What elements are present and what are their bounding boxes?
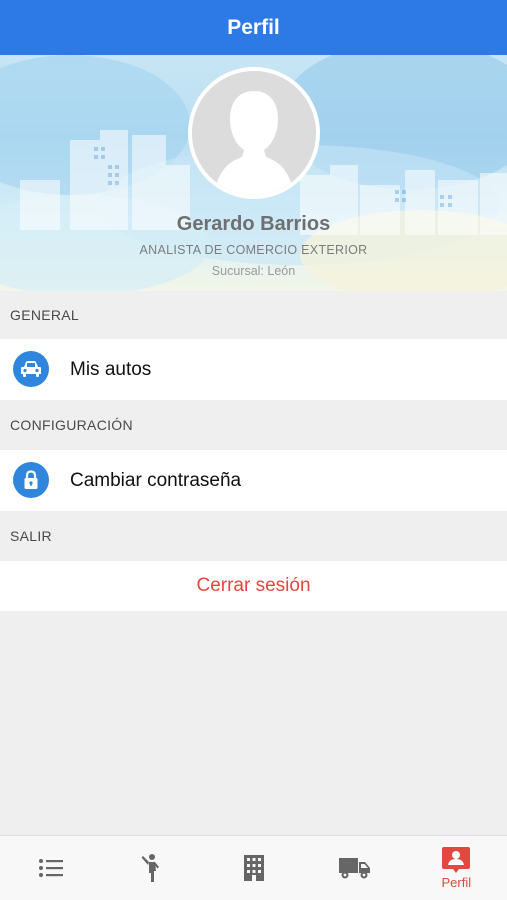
truck-icon bbox=[338, 858, 370, 879]
section-header-salir: SALIR bbox=[0, 512, 507, 560]
page-title: Perfil bbox=[227, 15, 280, 39]
tab-profile-label: Perfil bbox=[441, 874, 472, 890]
navbar: Perfil bbox=[0, 0, 507, 55]
mis-autos-row[interactable]: Mis autos bbox=[0, 339, 507, 400]
section-header-general: GENERAL bbox=[0, 291, 507, 339]
profile-badge-icon bbox=[442, 846, 471, 873]
profile-role: ANALISTA DE COMERCIO EXTERIOR bbox=[139, 243, 368, 257]
logout-label: Cerrar sesión bbox=[196, 575, 311, 596]
change-password-label: Cambiar contraseña bbox=[70, 469, 242, 491]
tab-company[interactable] bbox=[203, 836, 304, 900]
person-walking-icon bbox=[141, 854, 160, 882]
tab-profile[interactable]: Perfil bbox=[406, 836, 507, 900]
tab-shipping[interactable] bbox=[304, 836, 405, 900]
profile-branch: Sucursal: León bbox=[211, 264, 296, 278]
logout-button[interactable]: Cerrar sesión bbox=[0, 561, 507, 611]
person-silhouette-icon bbox=[192, 71, 316, 195]
lock-icon bbox=[13, 462, 49, 498]
building-icon bbox=[243, 855, 264, 881]
section-header-configuracion: CONFIGURACIÓN bbox=[0, 401, 507, 449]
tab-bar: Perfil bbox=[0, 835, 507, 900]
list-icon bbox=[38, 859, 63, 877]
tab-activity[interactable] bbox=[101, 836, 202, 900]
avatar[interactable] bbox=[188, 67, 320, 199]
car-icon bbox=[13, 351, 49, 387]
change-password-row[interactable]: Cambiar contraseña bbox=[0, 450, 507, 511]
profile-header: Gerardo Barrios ANALISTA DE COMERCIO EXT… bbox=[0, 55, 507, 291]
profile-name: Gerardo Barrios bbox=[176, 213, 331, 235]
tab-list[interactable] bbox=[0, 836, 101, 900]
mis-autos-label: Mis autos bbox=[70, 358, 152, 380]
